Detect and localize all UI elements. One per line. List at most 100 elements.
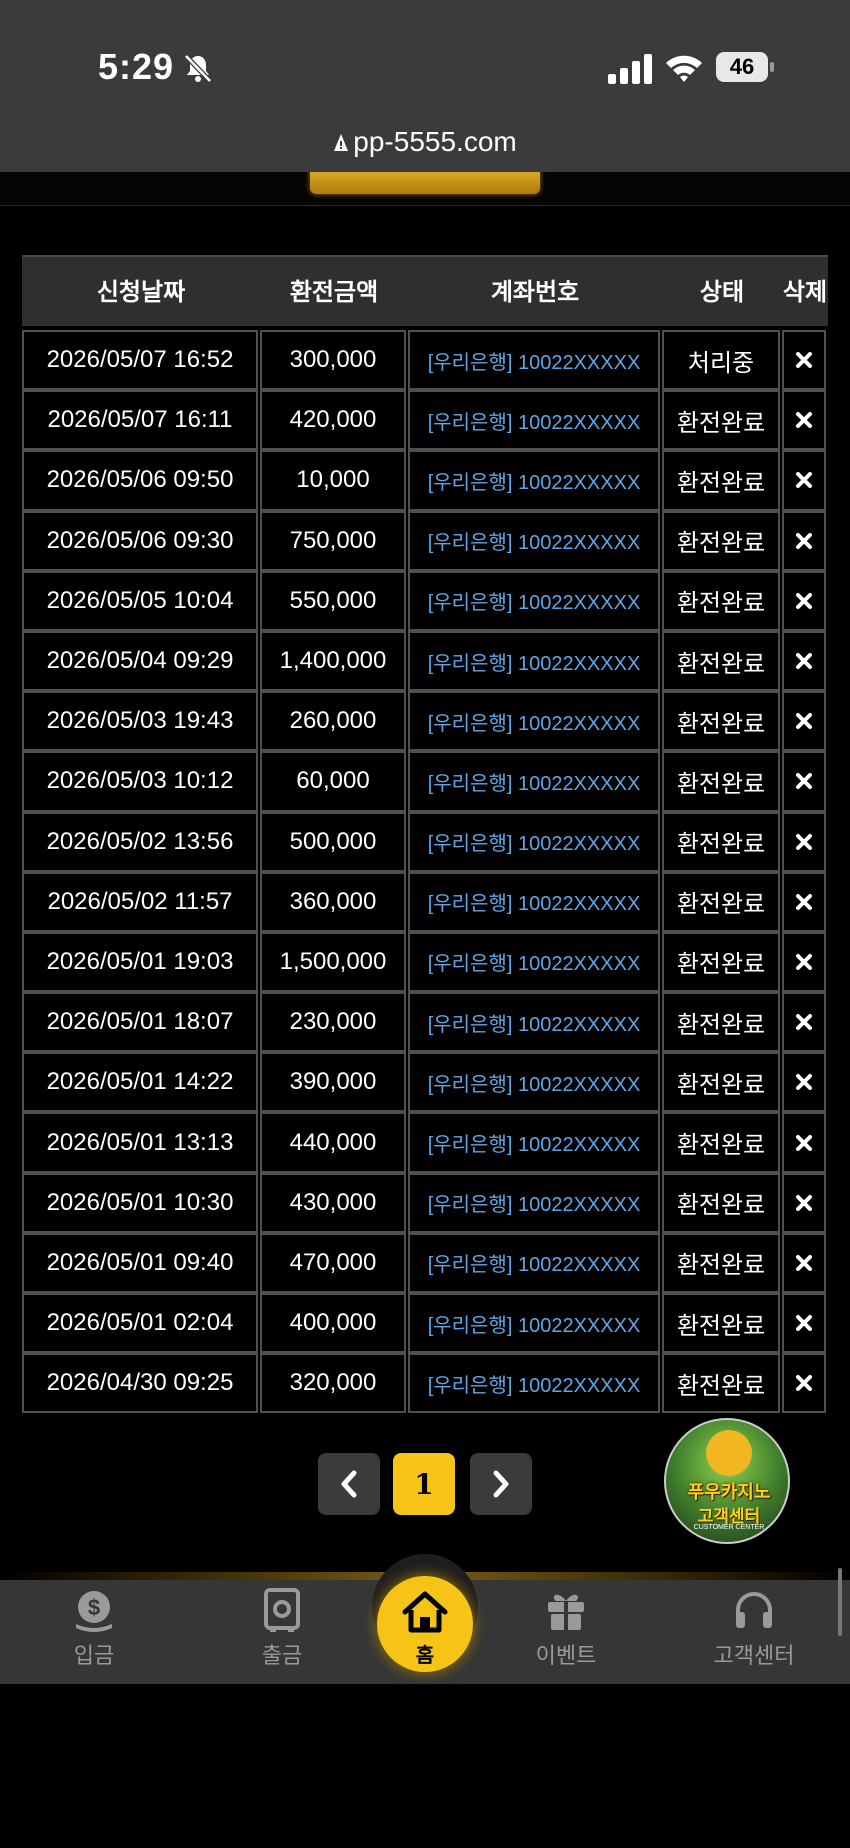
row-date: 2026/05/01 14:22 (22, 1052, 258, 1113)
close-icon (796, 893, 812, 910)
table-row: 2026/05/02 11:57 360,000 [우리은행] 10022XXXXX… (22, 871, 828, 932)
row-status: 환전완료 (662, 1052, 780, 1113)
row-status: 환전완료 (662, 1172, 780, 1233)
close-icon (796, 773, 812, 790)
page-number-button[interactable]: 1 (393, 1453, 455, 1515)
row-amount: 470,000 (260, 1232, 406, 1293)
row-amount: 550,000 (260, 570, 406, 631)
row-date: 2026/05/04 09:29 (22, 630, 258, 692)
row-amount: 60,000 (260, 751, 406, 812)
row-account: [우리은행] 10022XXXXX (408, 871, 660, 932)
row-account: [우리은행] 10022XXXXX (408, 992, 660, 1053)
header-date: 신청날짜 (96, 279, 186, 306)
row-account: [우리은행] 10022XXXXX (408, 390, 660, 451)
delete-button[interactable] (782, 871, 826, 932)
table-row: 2026/05/01 10:30 430,000 [우리은행] 10022XXXXX… (22, 1172, 828, 1233)
delete-button[interactable] (782, 330, 826, 391)
close-icon (796, 833, 812, 850)
delete-button[interactable] (782, 811, 826, 872)
row-amount: 230,000 (260, 992, 406, 1053)
site-header (0, 172, 850, 206)
row-amount: 430,000 (260, 1172, 406, 1233)
row-date: 2026/05/07 16:52 (22, 330, 258, 391)
row-account: [우리은행] 10022XXXXX (408, 1353, 660, 1414)
table-row: 2026/05/04 09:29 1,400,000 [우리은행] 10022XXX… (22, 630, 828, 692)
table-row: 2026/05/02 13:56 500,000 [우리은행] 10022XXXXX… (22, 811, 828, 872)
delete-button[interactable] (782, 751, 826, 812)
table-row: 2026/05/01 19:03 1,500,000 [우리은행] 10022XXX… (22, 931, 828, 993)
header-account: 계좌번호 (490, 279, 580, 306)
delete-button[interactable] (782, 570, 826, 631)
next-page-button[interactable] (470, 1453, 532, 1515)
nav-deposit[interactable]: $ 입금 (34, 1588, 154, 1670)
delete-button[interactable] (782, 1052, 826, 1113)
row-amount: 750,000 (260, 510, 406, 571)
close-icon (796, 1194, 812, 1211)
row-date: 2026/05/01 09:40 (22, 1232, 258, 1293)
prev-page-button[interactable] (318, 1453, 380, 1515)
row-amount: 1,400,000 (260, 630, 406, 692)
site-logo[interactable] (310, 172, 540, 194)
table-row: 2026/05/01 18:07 230,000 [우리은행] 10022XXXXX… (22, 992, 828, 1053)
delete-button[interactable] (782, 390, 826, 451)
delete-button[interactable] (782, 1172, 826, 1233)
row-status: 환전완료 (662, 931, 780, 993)
wifi-icon (666, 55, 702, 82)
row-amount: 300,000 (260, 330, 406, 391)
table-row: 2026/05/01 02:04 400,000 [우리은행] 10022XXXXX… (22, 1293, 828, 1354)
headset-icon (736, 1592, 772, 1628)
table-row: 2026/05/01 09:40 470,000 [우리은행] 10022XXXXX… (22, 1232, 828, 1293)
row-status: 환전완료 (662, 450, 780, 511)
lock-icon (334, 134, 349, 151)
mascot-icon (706, 1430, 752, 1476)
row-status: 환전완료 (662, 510, 780, 571)
row-status: 환전완료 (662, 992, 780, 1053)
table-row: 2026/05/01 14:22 390,000 [우리은행] 10022XXXXX… (22, 1052, 828, 1113)
row-date: 2026/05/06 09:30 (22, 510, 258, 571)
close-icon (796, 1074, 812, 1091)
row-amount: 390,000 (260, 1052, 406, 1113)
close-icon (796, 1254, 812, 1271)
delete-button[interactable] (782, 691, 826, 752)
nav-customer-center-label: 고객센터 (713, 1643, 795, 1668)
row-status: 환전완료 (662, 811, 780, 872)
row-status: 처리중 (662, 330, 780, 391)
delete-button[interactable] (782, 630, 826, 692)
url-bar[interactable]: pp-5555.com (0, 126, 850, 158)
badge-sub-text: CUSTOMER CENTER (693, 1524, 765, 1531)
delete-button[interactable] (782, 992, 826, 1053)
header-delete: 삭제 (782, 279, 828, 306)
delete-button[interactable] (782, 1353, 826, 1414)
scrollbar[interactable] (838, 1568, 842, 1636)
url-text: pp-5555.com (353, 126, 517, 157)
battery-tip (770, 62, 774, 72)
row-date: 2026/05/03 10:12 (22, 751, 258, 812)
close-icon (796, 412, 812, 429)
status-time: 5:29 (98, 46, 175, 87)
row-date: 2026/05/01 10:30 (22, 1172, 258, 1233)
badge-brand-text: 푸우카지노 (687, 1482, 771, 1502)
row-amount: 10,000 (260, 450, 406, 511)
row-amount: 500,000 (260, 811, 406, 872)
row-date: 2026/04/30 09:25 (22, 1353, 258, 1414)
home-icon (402, 1591, 448, 1633)
nav-withdraw[interactable]: 출금 (222, 1588, 342, 1670)
battery-level: 46 (716, 52, 768, 82)
delete-button[interactable] (782, 1293, 826, 1354)
nav-home[interactable]: 홈 (377, 1576, 473, 1672)
row-status: 환전완료 (662, 1232, 780, 1293)
table-row: 2026/05/07 16:52 300,000 [우리은행] 10022XXXXX… (22, 330, 828, 391)
customer-center-badge[interactable]: 푸우카지노 고객센터 CUSTOMER CENTER (664, 1418, 790, 1544)
withdrawal-history-table: 신청날짜 환전금액 계좌번호 상태 삭제 2026/05/07 16:52 300… (22, 255, 828, 1414)
gift-icon (548, 1594, 584, 1630)
delete-button[interactable] (782, 1232, 826, 1293)
delete-button[interactable] (782, 1112, 826, 1173)
delete-button[interactable] (782, 510, 826, 571)
row-account: [우리은행] 10022XXXXX (408, 811, 660, 872)
delete-button[interactable] (782, 450, 826, 511)
close-icon (796, 653, 812, 670)
nav-event[interactable]: 이벤트 (506, 1588, 626, 1670)
row-date: 2026/05/07 16:11 (22, 390, 258, 451)
delete-button[interactable] (782, 931, 826, 993)
nav-customer-center[interactable]: 고객센터 (694, 1588, 814, 1670)
